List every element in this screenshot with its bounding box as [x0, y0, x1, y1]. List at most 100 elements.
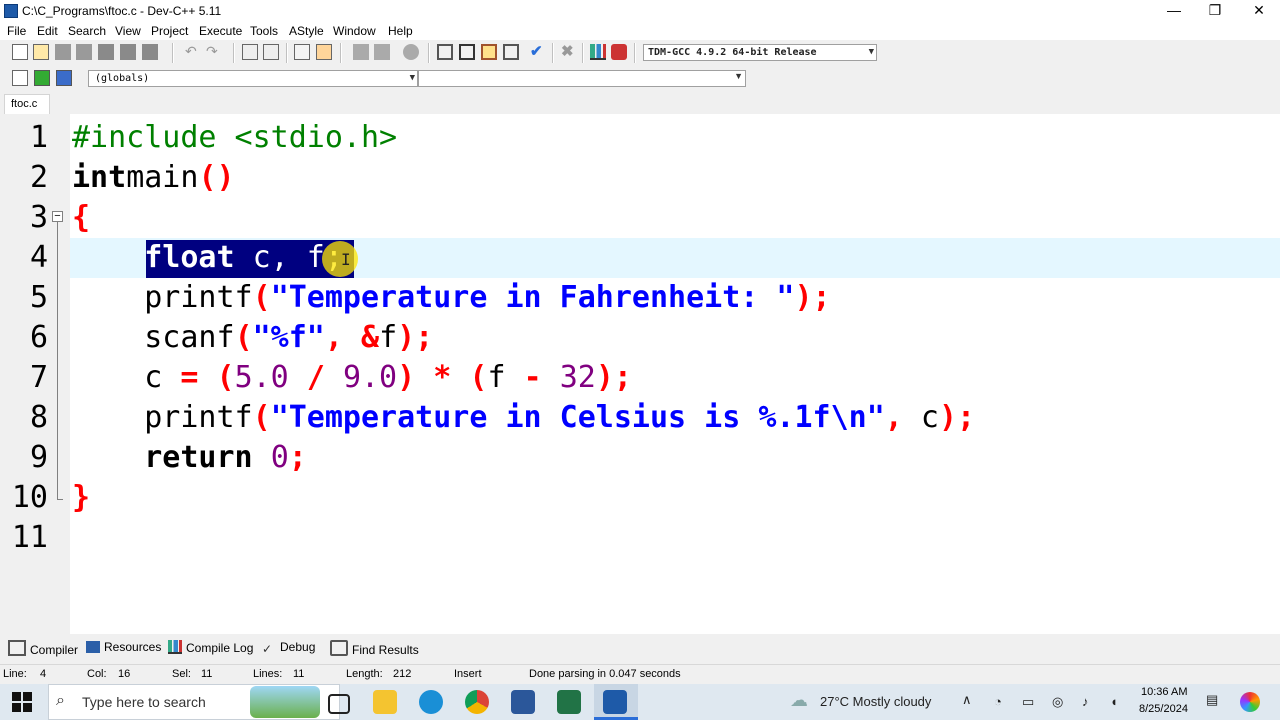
chevron-up-icon[interactable]: ∧ [962, 692, 972, 708]
clock-time[interactable]: 10:36 AM [1141, 686, 1187, 698]
tab-ftoc[interactable]: ftoc.c [4, 94, 50, 114]
menu-edit[interactable]: Edit [37, 24, 58, 38]
toggle-bookmark-icon[interactable] [34, 70, 50, 86]
battery-icon[interactable]: ▭ [1022, 694, 1034, 710]
save-all-icon[interactable] [76, 44, 92, 60]
network-icon[interactable]: ◔ [994, 694, 1002, 709]
minimize-button[interactable]: — [1151, 0, 1197, 22]
find-icon[interactable] [242, 44, 258, 60]
close-all-icon[interactable] [120, 44, 136, 60]
tab-label: Resources [104, 640, 162, 654]
code-line: intmain() [72, 158, 235, 198]
bookmark-icon[interactable] [403, 44, 419, 60]
code-line: scanf("%f", &f); [72, 318, 433, 358]
task-view-icon[interactable] [328, 694, 350, 714]
insert-icon[interactable] [12, 70, 28, 86]
menu-window[interactable]: Window [333, 24, 376, 38]
chrome-icon[interactable] [465, 690, 489, 714]
notification-icon[interactable]: ▤ [1206, 692, 1218, 708]
tab-find-results[interactable]: Find Results [330, 640, 419, 657]
toolbar-separator [340, 43, 342, 63]
chart-icon[interactable] [590, 44, 606, 60]
code-token: , & [324, 320, 380, 355]
weather-text[interactable]: 27°C Mostly cloudy [820, 694, 931, 709]
excel-icon[interactable] [557, 690, 581, 714]
tab-debug[interactable]: ✓ Debug [262, 640, 315, 655]
profile-icon[interactable] [611, 44, 627, 60]
goto-back-icon[interactable] [353, 44, 369, 60]
copilot-icon[interactable] [1240, 692, 1260, 712]
undo-icon[interactable]: ↶ [185, 44, 201, 60]
status-mode: Insert [454, 668, 482, 680]
menu-view[interactable]: View [115, 24, 141, 38]
save-icon[interactable] [55, 44, 71, 60]
window-icon[interactable] [459, 44, 475, 60]
maximize-button[interactable]: ❐ [1192, 0, 1238, 22]
devcpp-taskbar-icon[interactable] [603, 690, 627, 714]
code-token: { [72, 200, 91, 235]
chevron-down-icon: ▼ [868, 47, 874, 57]
code-line: c = (5.0 / 9.0) * (f - 32); [72, 358, 632, 398]
edge-icon[interactable] [419, 690, 443, 714]
microphone-icon[interactable]: ♪ [1082, 694, 1089, 709]
open-file-icon[interactable] [33, 44, 49, 60]
volume-icon[interactable]: ◖ [1110, 694, 1118, 709]
windows-start-icon[interactable] [12, 692, 32, 712]
new-file-icon[interactable] [12, 44, 28, 60]
status-sel-label: Sel: [172, 668, 191, 680]
print-icon[interactable] [142, 44, 158, 60]
line-number: 9 [29, 440, 48, 475]
code-line: #include <stdio.h> [72, 118, 397, 158]
member-select[interactable]: ▼ [418, 70, 746, 87]
menu-file[interactable]: File [7, 24, 26, 38]
search-highlight-image [250, 686, 320, 718]
tab-resources[interactable]: Resources [86, 640, 161, 654]
menu-help[interactable]: Help [388, 24, 413, 38]
tab-compile-log[interactable]: Compile Log [168, 640, 253, 655]
menu-execute[interactable]: Execute [199, 24, 242, 38]
close-file-icon[interactable] [98, 44, 114, 60]
code-token: f [487, 360, 524, 395]
code-token: scanf [72, 320, 235, 355]
menu-astyle[interactable]: AStyle [289, 24, 324, 38]
stop-icon[interactable]: ✖ [561, 44, 577, 60]
code-token: "%f" [252, 320, 325, 355]
main-toolbar: ↶ ↷ ✔ ✖ [0, 40, 1280, 66]
check-syntax-icon[interactable]: ✔ [530, 44, 546, 60]
new-project-icon[interactable] [437, 44, 453, 60]
menu-search[interactable]: Search [68, 24, 106, 38]
redo-icon[interactable]: ↷ [206, 44, 222, 60]
code-token: return [144, 440, 253, 475]
tab-compiler[interactable]: Compiler [8, 640, 78, 657]
goto-forward-icon[interactable] [374, 44, 390, 60]
fold-toggle-icon[interactable]: − [52, 211, 63, 222]
menu-project[interactable]: Project [151, 24, 188, 38]
indent-icon[interactable] [294, 44, 310, 60]
scope-select-value: (globals) [95, 73, 150, 84]
code-token: * [433, 360, 452, 395]
code-token: ); [595, 360, 632, 395]
line-number: 3 [29, 200, 48, 235]
grid-icon[interactable] [503, 44, 519, 60]
word-icon[interactable] [511, 690, 535, 714]
scope-select[interactable]: (globals) ▼ [88, 70, 418, 87]
toolbar-separator [428, 43, 430, 63]
file-explorer-icon[interactable] [373, 690, 397, 714]
toolbar-separator [552, 43, 554, 63]
menu-tools[interactable]: Tools [250, 24, 278, 38]
goto-bookmark-icon[interactable] [56, 70, 72, 86]
code-line: printf("Temperature in Fahrenheit: "); [72, 278, 830, 318]
clock-date[interactable]: 8/25/2024 [1139, 703, 1188, 715]
menu-bar: File Edit Search View Project Execute To… [0, 22, 1280, 40]
meet-now-icon[interactable]: ◎ [1052, 694, 1063, 710]
line-number: 10 [11, 480, 48, 515]
class-browser-icon[interactable] [481, 44, 497, 60]
close-button[interactable]: ✕ [1236, 0, 1280, 22]
replace-icon[interactable] [263, 44, 279, 60]
line-number: 4 [29, 240, 48, 275]
compiler-select[interactable]: TDM-GCC 4.9.2 64-bit Release ▼ [643, 44, 877, 61]
unindent-icon[interactable] [316, 44, 332, 60]
